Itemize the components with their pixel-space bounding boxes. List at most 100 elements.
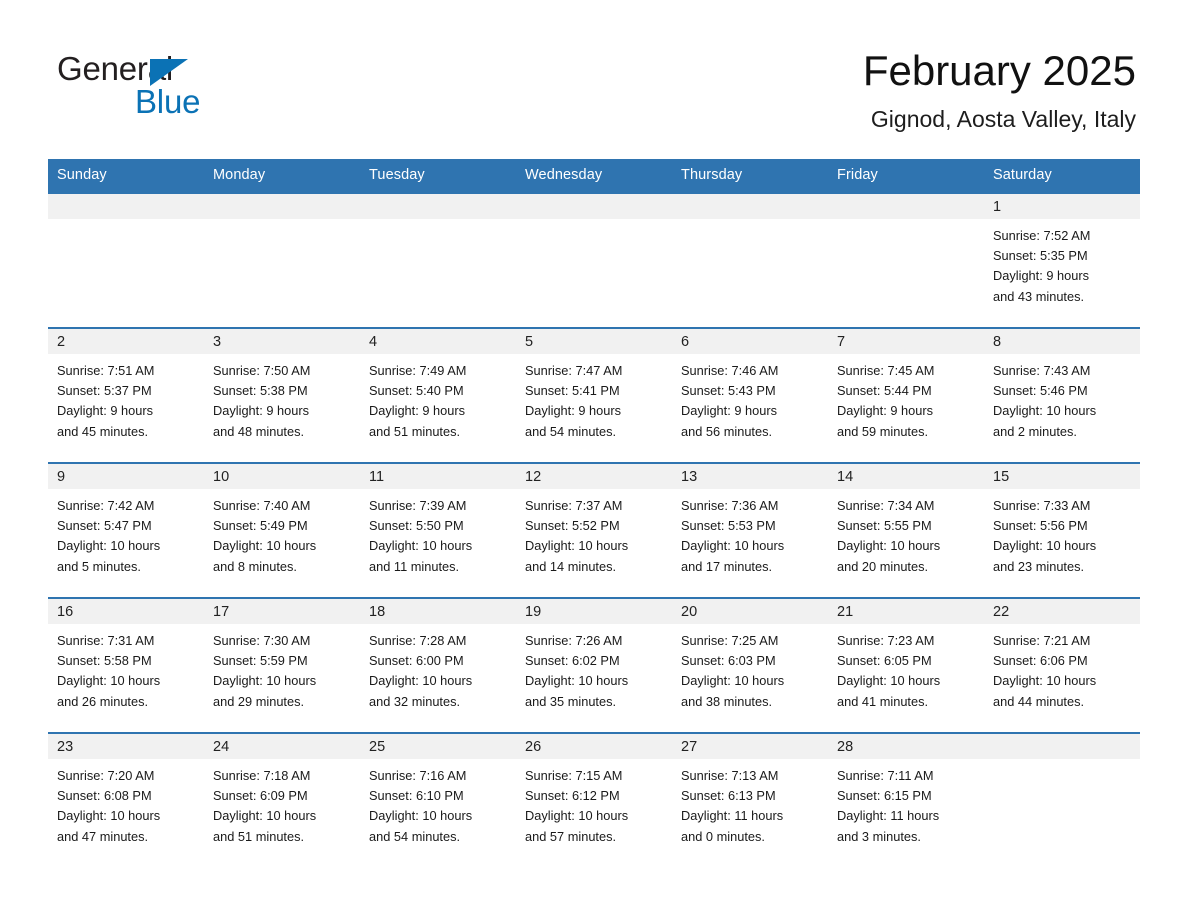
- day-cell-26[interactable]: 26 Sunrise: 7:15 AM Sunset: 6:12 PM Dayligh…: [516, 734, 672, 867]
- sunrise-text: Sunrise: 7:34 AM: [837, 498, 935, 513]
- page-subtitle: Gignod, Aosta Valley, Italy: [870, 106, 1136, 133]
- sunset-text: Sunset: 5:43 PM: [681, 383, 776, 399]
- day-cell-15[interactable]: 15 Sunrise: 7:33 AM Sunset: 5:56 PM Dayligh…: [984, 464, 1140, 597]
- weekday-header-thursday: Thursday: [681, 167, 743, 183]
- day-cell-12[interactable]: 12 Sunrise: 7:37 AM Sunset: 5:52 PM Dayligh…: [516, 464, 672, 597]
- day-cell-6[interactable]: 6 Sunrise: 7:46 AM Sunset: 5:43 PM Daylight…: [672, 329, 828, 462]
- day-details: Sunrise: 7:51 AM Sunset: 5:37 PM Daylight:…: [48, 354, 204, 442]
- daylight-text: Daylight: 10 hours: [213, 673, 317, 689]
- weekday-header-tuesday: Tuesday: [369, 167, 425, 183]
- sunset-text: Sunset: 5:53 PM: [681, 518, 776, 534]
- day-cell-2[interactable]: 2 Sunrise: 7:51 AM Sunset: 5:37 PM Daylight…: [48, 329, 204, 462]
- day-cell-17[interactable]: 17 Sunrise: 7:30 AM Sunset: 5:59 PM Dayligh…: [204, 599, 360, 732]
- daylight-text: Daylight: 10 hours: [369, 808, 473, 824]
- day-number-band: 2: [48, 329, 204, 354]
- day-cell-9[interactable]: 9 Sunrise: 7:42 AM Sunset: 5:47 PM Daylight…: [48, 464, 204, 597]
- day-cell-13[interactable]: 13 Sunrise: 7:36 AM Sunset: 5:53 PM Dayligh…: [672, 464, 828, 597]
- day-cell-23[interactable]: 23 Sunrise: 7:20 AM Sunset: 6:08 PM Dayligh…: [48, 734, 204, 867]
- day-number-band: 5: [516, 329, 672, 354]
- day-number: 17: [213, 604, 230, 620]
- sunrise-text: Sunrise: 7:36 AM: [681, 498, 779, 513]
- day-number: 12: [525, 469, 542, 485]
- day-cell-20[interactable]: 20 Sunrise: 7:25 AM Sunset: 6:03 PM Dayligh…: [672, 599, 828, 732]
- day-cell-4[interactable]: 4 Sunrise: 7:49 AM Sunset: 5:40 PM Daylight…: [360, 329, 516, 462]
- day-cell-3[interactable]: 3 Sunrise: 7:50 AM Sunset: 5:38 PM Daylight…: [204, 329, 360, 462]
- day-details: Sunrise: 7:37 AM Sunset: 5:52 PM Daylight:…: [516, 489, 672, 577]
- day-cell-8[interactable]: 8 Sunrise: 7:43 AM Sunset: 5:46 PM Daylight…: [984, 329, 1140, 462]
- weekday-header-saturday: Saturday: [993, 167, 1052, 183]
- day-cell-1[interactable]: 1 Sunrise: 7:52 AM Sunset: 5:35 PM Daylight…: [984, 194, 1140, 327]
- day-cell-22[interactable]: 22 Sunrise: 7:21 AM Sunset: 6:06 PM Dayligh…: [984, 599, 1140, 732]
- day-number: 13: [681, 469, 698, 485]
- daylight-text: Daylight: 10 hours: [837, 673, 941, 689]
- generalblue-logo[interactable]: General Blue: [57, 44, 257, 118]
- day-cell-empty: [204, 194, 360, 327]
- daylight-text: Daylight: 9 hours: [369, 403, 466, 419]
- daylight-text: Daylight: 10 hours: [213, 808, 317, 824]
- day-cell-10[interactable]: 10 Sunrise: 7:40 AM Sunset: 5:49 PM Dayligh…: [204, 464, 360, 597]
- daylight-text: Daylight: 9 hours: [57, 403, 154, 419]
- day-cell-19[interactable]: 19 Sunrise: 7:26 AM Sunset: 6:02 PM Dayligh…: [516, 599, 672, 732]
- sunrise-text: Sunrise: 7:30 AM: [213, 633, 311, 648]
- day-details: [672, 219, 828, 226]
- day-cell-14[interactable]: 14 Sunrise: 7:34 AM Sunset: 5:55 PM Dayligh…: [828, 464, 984, 597]
- daylight-text: Daylight: 10 hours: [681, 673, 785, 689]
- sunset-text: Sunset: 5:59 PM: [213, 653, 308, 669]
- day-number: 26: [525, 739, 542, 755]
- day-number-band: 19: [516, 599, 672, 624]
- day-cell-27[interactable]: 27 Sunrise: 7:13 AM Sunset: 6:13 PM Dayligh…: [672, 734, 828, 867]
- day-cell-24[interactable]: 24 Sunrise: 7:18 AM Sunset: 6:09 PM Dayligh…: [204, 734, 360, 867]
- day-cell-21[interactable]: 21 Sunrise: 7:23 AM Sunset: 6:05 PM Dayligh…: [828, 599, 984, 732]
- day-cell-25[interactable]: 25 Sunrise: 7:16 AM Sunset: 6:10 PM Dayligh…: [360, 734, 516, 867]
- day-number-band: 8: [984, 329, 1140, 354]
- daylight-text-cont: and 23 minutes.: [993, 558, 1085, 574]
- sunrise-text: Sunrise: 7:50 AM: [213, 363, 311, 378]
- day-details: Sunrise: 7:21 AM Sunset: 6:06 PM Daylight:…: [984, 624, 1140, 712]
- day-number-band: 15: [984, 464, 1140, 489]
- day-cell-18[interactable]: 18 Sunrise: 7:28 AM Sunset: 6:00 PM Dayligh…: [360, 599, 516, 732]
- daylight-text: Daylight: 10 hours: [993, 538, 1097, 554]
- day-number-band: [516, 194, 672, 219]
- sunrise-text: Sunrise: 7:25 AM: [681, 633, 779, 648]
- day-number: 18: [369, 604, 386, 620]
- daylight-text-cont: and 44 minutes.: [993, 693, 1085, 709]
- day-number: 1: [993, 199, 1002, 215]
- day-number: 25: [369, 739, 386, 755]
- daylight-text: Daylight: 9 hours: [993, 268, 1090, 284]
- daylight-text-cont: and 14 minutes.: [525, 558, 617, 574]
- day-number: 7: [837, 334, 846, 350]
- day-cell-11[interactable]: 11 Sunrise: 7:39 AM Sunset: 5:50 PM Dayligh…: [360, 464, 516, 597]
- day-cell-28[interactable]: 28 Sunrise: 7:11 AM Sunset: 6:15 PM Dayligh…: [828, 734, 984, 867]
- day-cell-7[interactable]: 7 Sunrise: 7:45 AM Sunset: 5:44 PM Daylight…: [828, 329, 984, 462]
- day-number: 23: [57, 739, 74, 755]
- day-cell-5[interactable]: 5 Sunrise: 7:47 AM Sunset: 5:41 PM Daylight…: [516, 329, 672, 462]
- day-number-band: 22: [984, 599, 1140, 624]
- day-number-band: 3: [204, 329, 360, 354]
- day-details: Sunrise: 7:34 AM Sunset: 5:55 PM Daylight:…: [828, 489, 984, 577]
- sunrise-text: Sunrise: 7:28 AM: [369, 633, 467, 648]
- day-number: 22: [993, 604, 1010, 620]
- sunrise-text: Sunrise: 7:26 AM: [525, 633, 623, 648]
- sunset-text: Sunset: 5:56 PM: [993, 518, 1088, 534]
- day-number-band: 14: [828, 464, 984, 489]
- sunrise-text: Sunrise: 7:33 AM: [993, 498, 1091, 513]
- day-number: 2: [57, 334, 66, 350]
- day-details: Sunrise: 7:36 AM Sunset: 5:53 PM Daylight:…: [672, 489, 828, 577]
- day-number-band: [360, 194, 516, 219]
- day-number-band: 1: [984, 194, 1140, 219]
- day-details: Sunrise: 7:18 AM Sunset: 6:09 PM Daylight:…: [204, 759, 360, 847]
- day-number-band: 9: [48, 464, 204, 489]
- day-number: 21: [837, 604, 854, 620]
- daylight-text: Daylight: 10 hours: [213, 538, 317, 554]
- weekday-header-sunday: Sunday: [57, 167, 107, 183]
- calendar-page: General Blue February 2025 Gignod, Aosta…: [0, 0, 1188, 918]
- day-number-band: 6: [672, 329, 828, 354]
- day-details: Sunrise: 7:50 AM Sunset: 5:38 PM Daylight:…: [204, 354, 360, 442]
- sunrise-text: Sunrise: 7:42 AM: [57, 498, 155, 513]
- calendar-weeks: 1 Sunrise: 7:52 AM Sunset: 5:35 PM Daylight…: [48, 192, 1140, 867]
- daylight-text: Daylight: 10 hours: [57, 808, 161, 824]
- sunset-text: Sunset: 6:03 PM: [681, 653, 776, 669]
- weekday-header-wednesday: Wednesday: [525, 167, 603, 183]
- daylight-text-cont: and 29 minutes.: [213, 693, 305, 709]
- day-cell-16[interactable]: 16 Sunrise: 7:31 AM Sunset: 5:58 PM Dayligh…: [48, 599, 204, 732]
